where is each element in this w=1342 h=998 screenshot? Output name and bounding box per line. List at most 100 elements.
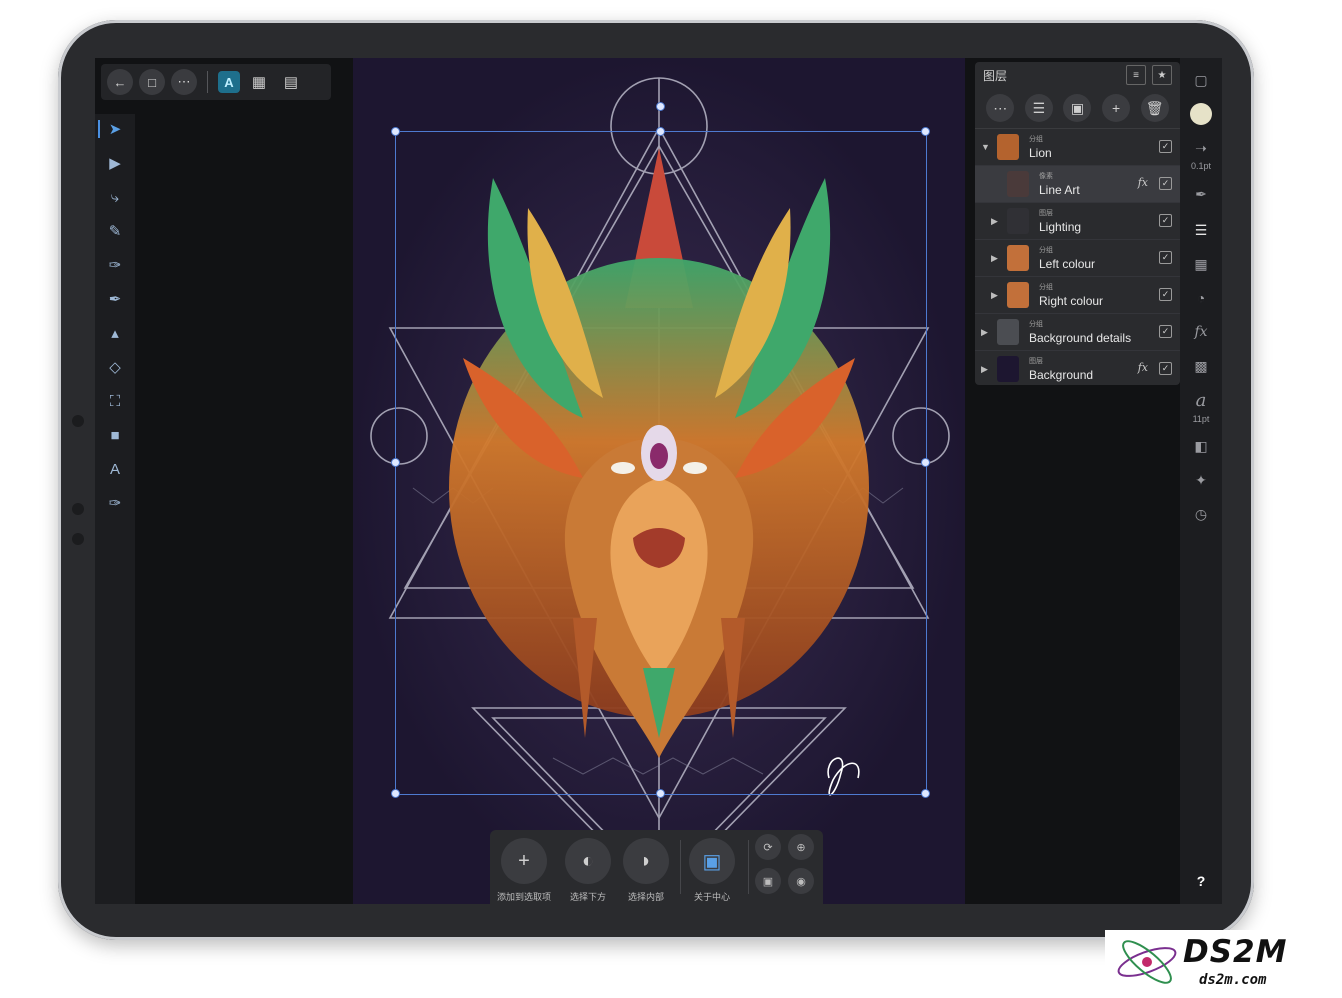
layer-row[interactable]: ▶ 分组 Right colour ✓ [975, 277, 1180, 314]
watermark-site: ds2m.com [1199, 972, 1267, 988]
context-divider [748, 840, 749, 894]
ellipsis-icon: ⋯ [177, 74, 191, 89]
rectangle-tool-icon[interactable]: ■ [104, 424, 126, 446]
layer-visibility-checkbox[interactable]: ✓ [1159, 362, 1172, 375]
selection-handle[interactable] [921, 789, 930, 798]
pixel-grid-icon[interactable]: ▦ [246, 69, 272, 95]
layer-name: Right colour [1039, 294, 1104, 308]
selection-handle[interactable] [656, 127, 665, 136]
delete-layer-button[interactable]: 🗑 [1140, 94, 1169, 122]
selection-handle[interactable] [391, 789, 400, 798]
selection-handle[interactable] [921, 127, 930, 136]
styles-icon[interactable]: ▩ [1189, 354, 1213, 378]
layer-name: Background [1029, 368, 1094, 382]
select-inside-button[interactable]: ◗ 选择内部 [618, 838, 674, 903]
layer-type-label: 像素 [1039, 173, 1053, 180]
layer-row[interactable]: ▶ 图层 Lighting ✓ [975, 203, 1180, 240]
adjustments-icon[interactable]: ◔ [1189, 286, 1213, 310]
add-to-selection-button[interactable]: + 添加到选取项 [496, 838, 552, 903]
pin-icon[interactable]: ★ [1152, 65, 1172, 85]
selection-handle[interactable] [391, 127, 400, 136]
rotate-snap-icon[interactable]: ⟳ [755, 834, 781, 860]
document-button[interactable]: □ [139, 69, 165, 95]
crosshair-icon[interactable]: ⊕ [788, 834, 814, 860]
selection-handle[interactable] [656, 789, 665, 798]
layer-visibility-checkbox[interactable]: ✓ [1159, 288, 1172, 301]
watermark-brand: DS2M [1183, 934, 1288, 970]
layer-visibility-checkbox[interactable]: ✓ [1159, 140, 1172, 153]
history-icon[interactable]: ◷ [1189, 502, 1213, 526]
effects-icon[interactable]: fx [1138, 176, 1148, 189]
layer-row[interactable]: 像素 Line Art fx ✓ [975, 166, 1180, 203]
about-center-button[interactable]: ▣ 关于中心 [684, 838, 740, 903]
layers-icon: ☰ [1032, 99, 1046, 116]
pen-tool-icon[interactable]: ✒ [104, 288, 126, 310]
selection-bounding-box[interactable] [395, 131, 927, 795]
text-tool-icon[interactable]: A [104, 458, 126, 480]
chevron-right-icon[interactable]: ▶ [991, 216, 998, 227]
fill-tool-icon[interactable]: ▴ [104, 322, 126, 344]
fullscreen-icon[interactable]: ▢ [1189, 68, 1213, 92]
chevron-right-icon[interactable]: ▶ [991, 253, 998, 264]
node-tool-icon[interactable]: ▶ [104, 152, 126, 174]
rotation-handle[interactable] [656, 102, 665, 111]
vector-brush-tool-icon[interactable]: ✑ [104, 254, 126, 276]
watermark: DS2M ds2m.com [1105, 930, 1330, 994]
layer-thumbnail [1007, 208, 1029, 234]
list-view-icon[interactable]: ≡ [1126, 65, 1146, 85]
selection-handle[interactable] [921, 458, 930, 467]
more-button[interactable]: ⋯ [171, 69, 197, 95]
layer-row[interactable]: ▶ 图层 Background fx ✓ [975, 351, 1180, 385]
ellipsis-icon: ⋯ [993, 99, 1008, 116]
chevron-right-icon[interactable]: ▶ [981, 327, 988, 338]
layer-visibility-checkbox[interactable]: ✓ [1159, 251, 1172, 264]
effects-icon[interactable]: fx [1189, 320, 1213, 344]
help-button[interactable]: ? [1192, 873, 1210, 891]
document-canvas[interactable] [353, 58, 965, 904]
chevron-right-icon[interactable]: ▶ [991, 290, 998, 301]
color-picker-tool-icon[interactable]: ✑ [104, 492, 126, 514]
back-button[interactable]: ← [107, 69, 133, 95]
swatches-grid-icon[interactable]: ▦ [1189, 252, 1213, 276]
layer-visibility-checkbox[interactable]: ✓ [1159, 177, 1172, 190]
bounding-box-icon[interactable]: ▣ [755, 868, 781, 894]
move-tool-icon[interactable]: ➤ [98, 118, 126, 140]
corner-tool-icon[interactable]: ⤷ [104, 186, 126, 208]
transparency-tool-icon[interactable]: ◇ [104, 356, 126, 378]
arrow-left-icon: ← [113, 74, 127, 90]
chevron-down-icon[interactable]: ▼ [981, 142, 990, 152]
layer-row[interactable]: ▶ 分组 Left colour ✓ [975, 240, 1180, 277]
layer-type-label: 分组 [1039, 284, 1053, 291]
export-persona-icon[interactable]: ▤ [278, 69, 304, 95]
add-layer-button[interactable]: + [1102, 94, 1131, 122]
layer-name: Left colour [1039, 257, 1096, 271]
select-below-button[interactable]: ◐ 选择下方 [560, 838, 616, 903]
selection-handle[interactable] [391, 458, 400, 467]
layer-group-button[interactable]: ☰ [1024, 94, 1053, 122]
text-style-icon[interactable]: a [1189, 388, 1213, 412]
layer-visibility-checkbox[interactable]: ✓ [1159, 325, 1172, 338]
transform-center-icon: ▣ [689, 838, 735, 884]
crop-tool-icon[interactable]: ⛶ [104, 390, 126, 412]
layer-row[interactable]: ▶ 分组 Background details ✓ [975, 314, 1180, 351]
designer-persona-icon[interactable]: A [218, 71, 240, 93]
layer-options-button[interactable]: ⋯ [986, 94, 1015, 122]
chevron-right-icon[interactable]: ▶ [981, 364, 988, 375]
layer-mask-button[interactable]: ▣ [1063, 94, 1092, 122]
stroke-icon[interactable]: ➝ [1189, 136, 1213, 160]
layer-thumbnail [1007, 171, 1029, 197]
layer-type-label: 分组 [1029, 321, 1043, 328]
pencil-tool-icon[interactable]: ✎ [104, 220, 126, 242]
effects-icon[interactable]: fx [1138, 361, 1148, 374]
color-swatch[interactable] [1189, 102, 1213, 126]
layer-visibility-checkbox[interactable]: ✓ [1159, 214, 1172, 227]
layer-name: Lion [1029, 146, 1052, 160]
navigator-icon[interactable]: ✦ [1189, 468, 1213, 492]
preview-icon[interactable]: ◉ [788, 868, 814, 894]
layers-icon[interactable]: ☰ [1189, 218, 1213, 242]
atom-logo-icon [1117, 940, 1177, 984]
layer-row[interactable]: ▼ 分组 Lion ✓ [975, 129, 1180, 166]
transform-icon[interactable]: ◧ [1189, 434, 1213, 458]
side-button [72, 415, 84, 427]
brushes-icon[interactable]: ✒ [1189, 182, 1213, 206]
